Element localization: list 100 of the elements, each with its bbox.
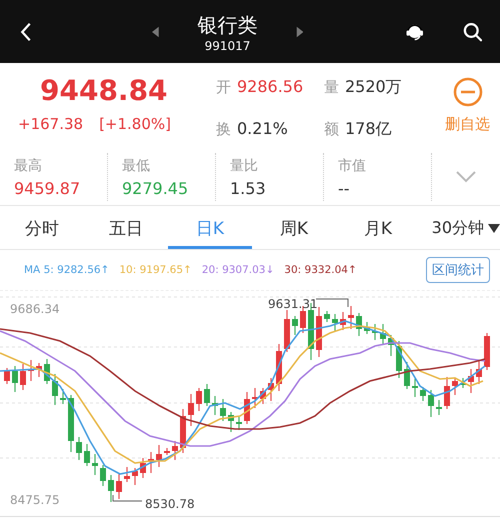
- candlestick: [52, 374, 58, 406]
- candlestick: [252, 388, 258, 408]
- candlestick: [236, 416, 242, 430]
- minus-circle-icon: [452, 77, 482, 107]
- leader-line: [316, 298, 348, 308]
- chart-tab[interactable]: 月K: [336, 210, 420, 249]
- candlestick: [116, 474, 122, 500]
- candlestick: [100, 464, 106, 486]
- caret-icon: [488, 224, 500, 232]
- candlestick: [348, 306, 354, 330]
- candlestick: [332, 314, 338, 332]
- candlestick: [260, 388, 266, 404]
- chart-tab[interactable]: 五日: [84, 210, 168, 249]
- detail-value: 2520万: [345, 77, 402, 98]
- period-dropdown[interactable]: 30分钟: [422, 210, 500, 249]
- candlestick: [388, 334, 394, 356]
- candlestick: [244, 392, 250, 424]
- candlestick: [404, 362, 410, 390]
- high-price-label: 9631.31: [268, 297, 318, 311]
- candlestick: [140, 458, 146, 478]
- candlestick: [452, 378, 458, 396]
- candlestick: [476, 360, 482, 384]
- candlestick: [164, 448, 170, 456]
- candlestick: [68, 394, 74, 452]
- candlestick: [36, 362, 42, 378]
- stat-value: 9279.45: [122, 178, 190, 198]
- candlestick: [412, 376, 418, 398]
- range-stats-button[interactable]: 区间统计: [426, 257, 490, 283]
- page-title: 银行类: [196, 12, 258, 38]
- candlestick: [196, 388, 202, 412]
- detail-value: 0.21%: [237, 119, 288, 138]
- candlestick: [28, 360, 34, 382]
- candlestick: [444, 376, 450, 410]
- leader-line: [112, 494, 142, 502]
- candlestick: [12, 366, 18, 392]
- candlestick: [20, 364, 26, 390]
- axis-min-label: 8475.75: [10, 493, 60, 507]
- candlestick: [180, 408, 186, 454]
- stat-label: 市值: [338, 156, 367, 174]
- candlestick: [284, 310, 290, 352]
- candlestick: [380, 324, 386, 344]
- moving-average-legend: 20: 9307.03↓: [202, 264, 274, 276]
- candlestick: [372, 324, 378, 340]
- candlestick: [172, 440, 178, 460]
- candlestick: [108, 474, 114, 502]
- detail-value: 9286.56: [237, 77, 304, 96]
- candlestick: [484, 332, 490, 370]
- candlestick: [340, 312, 346, 330]
- candlestick: [188, 394, 194, 426]
- current-price: 9448.84: [39, 73, 169, 109]
- next-icon[interactable]: [296, 24, 303, 38]
- low-price-label: 8530.78: [145, 497, 195, 511]
- candlestick: [132, 468, 138, 486]
- stat-label: 最低: [122, 156, 151, 174]
- stat-value: 9459.87: [14, 178, 82, 198]
- price-change: +167.38: [18, 115, 84, 133]
- candlestick: [436, 400, 442, 416]
- candlestick: [220, 398, 226, 422]
- candlestick: [60, 388, 66, 404]
- candlestick: [44, 358, 50, 384]
- candlestick: [204, 384, 210, 406]
- stock-code: 991017: [204, 38, 252, 52]
- candlestick: [268, 378, 274, 402]
- candlestick: [124, 466, 130, 482]
- detail-label: 换: [216, 120, 231, 139]
- detail-value: 178亿: [345, 119, 392, 140]
- moving-average-legend: 30: 9332.04↑: [284, 264, 357, 276]
- candlestick: [84, 444, 90, 466]
- stat-value: 1.53: [230, 178, 267, 198]
- candlestick: [276, 344, 282, 392]
- candlestick: [324, 310, 330, 322]
- candlestick: [292, 316, 298, 336]
- candlestick: [396, 340, 402, 378]
- chart-tab[interactable]: 周K: [252, 210, 336, 249]
- stat-value: --: [338, 178, 351, 198]
- stat-label: 量比: [230, 156, 259, 174]
- percent-change: [+1.80%]: [99, 115, 171, 133]
- candlestick: [420, 386, 426, 402]
- moving-average-legend: 10: 9197.65↑: [119, 264, 192, 276]
- candlestick: [364, 322, 370, 334]
- candlestick: [212, 396, 218, 416]
- candlestick: [92, 454, 98, 476]
- candlestick: [468, 368, 474, 394]
- candlestick: [4, 368, 10, 384]
- stat-label: 最高: [14, 156, 43, 174]
- candlestick: [148, 452, 154, 474]
- candlestick: [460, 378, 466, 388]
- detail-label: 开: [216, 78, 231, 97]
- candlestick: [76, 436, 82, 460]
- moving-average-legend: MA 5: 9282.56↑: [24, 264, 110, 276]
- previous-icon[interactable]: [152, 24, 160, 38]
- chart-tab[interactable]: 分时: [0, 210, 84, 249]
- candlestick: [228, 412, 234, 432]
- candlestick: [316, 306, 322, 358]
- detail-label: 额: [324, 120, 339, 139]
- candlestick: [428, 390, 434, 418]
- candlestick: [156, 444, 162, 468]
- axis-max-label: 9686.34: [10, 302, 60, 316]
- candlestick: [356, 312, 362, 336]
- detail-label: 量: [324, 78, 339, 97]
